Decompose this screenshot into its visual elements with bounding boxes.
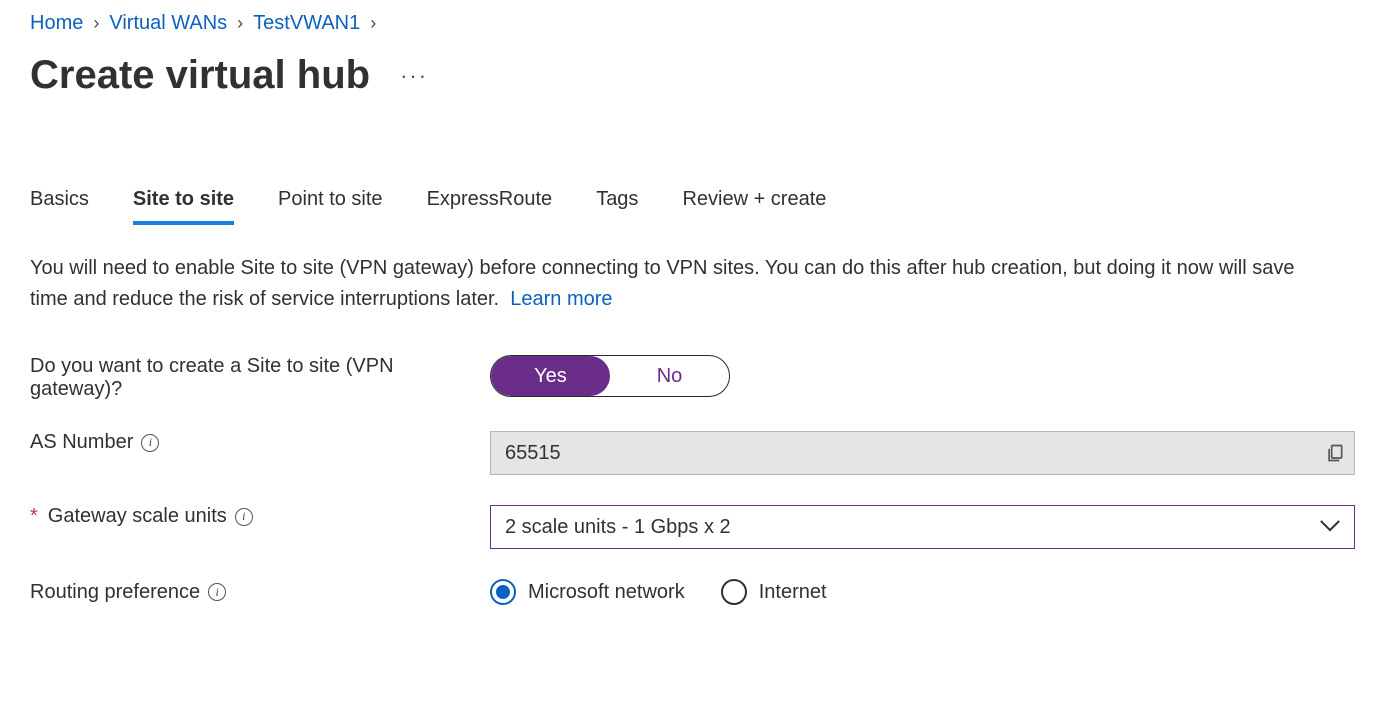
more-actions-button[interactable]: ··· bbox=[394, 59, 434, 93]
routing-preference-radio-group: Microsoft network Internet bbox=[490, 579, 827, 605]
as-number-input bbox=[490, 431, 1355, 475]
page-title: Create virtual hub bbox=[30, 53, 370, 98]
radio-icon bbox=[490, 579, 516, 605]
routing-preference-label: Routing preference i bbox=[30, 581, 490, 604]
breadcrumb-home[interactable]: Home bbox=[30, 12, 83, 35]
required-asterisk: * bbox=[30, 505, 38, 528]
tab-basics[interactable]: Basics bbox=[30, 188, 89, 225]
as-number-label: AS Number i bbox=[30, 431, 490, 454]
scale-units-select[interactable]: 2 scale units - 1 Gbps x 2 bbox=[490, 505, 1355, 549]
breadcrumb-testvwan1[interactable]: TestVWAN1 bbox=[253, 12, 360, 35]
info-icon[interactable]: i bbox=[208, 583, 226, 601]
copy-icon[interactable] bbox=[1325, 442, 1345, 464]
toggle-no[interactable]: No bbox=[610, 356, 729, 396]
tab-review-create[interactable]: Review + create bbox=[682, 188, 826, 225]
tab-tags[interactable]: Tags bbox=[596, 188, 638, 225]
routing-pref-internet[interactable]: Internet bbox=[721, 579, 827, 605]
tab-expressroute[interactable]: ExpressRoute bbox=[427, 188, 553, 225]
radio-icon bbox=[721, 579, 747, 605]
info-icon[interactable]: i bbox=[141, 434, 159, 452]
chevron-right-icon: › bbox=[237, 13, 243, 34]
description-text: You will need to enable Site to site (VP… bbox=[30, 257, 1294, 310]
tab-description: You will need to enable Site to site (VP… bbox=[30, 253, 1310, 315]
toggle-yes[interactable]: Yes bbox=[491, 356, 610, 396]
learn-more-link[interactable]: Learn more bbox=[510, 288, 612, 310]
tab-point-to-site[interactable]: Point to site bbox=[278, 188, 383, 225]
info-icon[interactable]: i bbox=[235, 508, 253, 526]
routing-pref-microsoft-network[interactable]: Microsoft network bbox=[490, 579, 685, 605]
tab-site-to-site[interactable]: Site to site bbox=[133, 188, 234, 225]
scale-units-label: *Gateway scale units i bbox=[30, 505, 490, 528]
create-gateway-toggle: Yes No bbox=[490, 355, 730, 397]
tab-bar: Basics Site to site Point to site Expres… bbox=[30, 188, 1355, 225]
create-gateway-label: Do you want to create a Site to site (VP… bbox=[30, 355, 490, 401]
chevron-right-icon: › bbox=[93, 13, 99, 34]
chevron-right-icon: › bbox=[370, 13, 376, 34]
breadcrumb-virtual-wans[interactable]: Virtual WANs bbox=[109, 12, 227, 35]
breadcrumb: Home › Virtual WANs › TestVWAN1 › bbox=[30, 12, 1355, 35]
